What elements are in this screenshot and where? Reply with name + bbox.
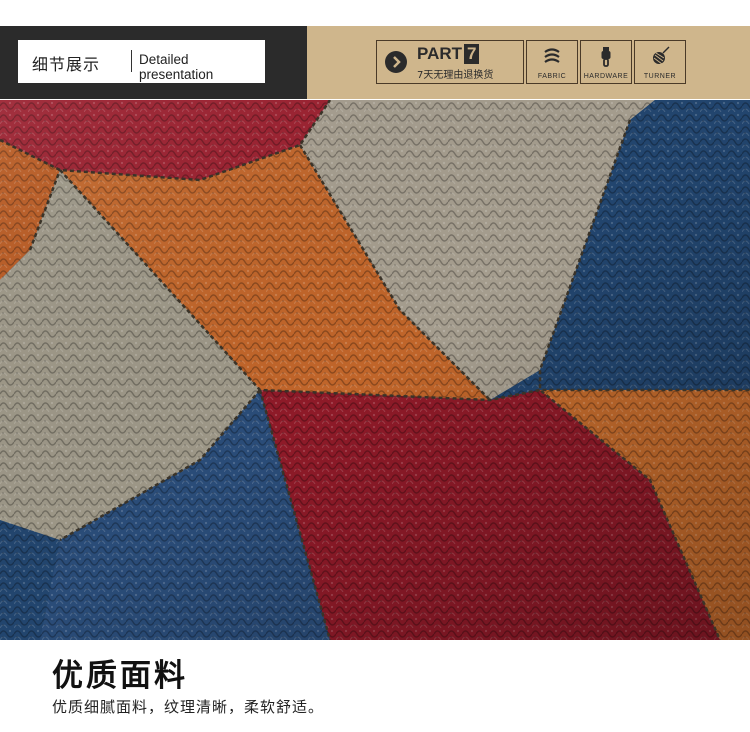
feature-turner: TURNER bbox=[634, 40, 686, 84]
part-number: 7 bbox=[464, 44, 480, 64]
lighting-overlay bbox=[0, 100, 750, 640]
feature-hardware-label: HARDWARE bbox=[583, 73, 629, 80]
feature-fabric-label: FABRIC bbox=[537, 73, 567, 80]
caption-title: 优质面料 bbox=[52, 658, 188, 694]
part-label: PART 7 bbox=[417, 44, 480, 64]
feature-hardware: HARDWARE bbox=[580, 40, 632, 84]
thread-spool-icon bbox=[653, 46, 670, 65]
section-title-cn: 细节展示 bbox=[32, 55, 101, 74]
leather-patchwork-photo bbox=[0, 100, 750, 640]
header-title-panel: 细节展示 Detailed presentation bbox=[0, 26, 307, 99]
header-feature-panel: PART 7 7天无理由退换货 FABRIC HARDWARE TURNER bbox=[307, 26, 750, 99]
zipper-icon bbox=[601, 47, 611, 67]
play-arrow-icon bbox=[385, 51, 407, 73]
part-badge: PART 7 7天无理由退换货 bbox=[376, 40, 524, 84]
header-banner: 细节展示 Detailed presentation PART 7 7天无理由退换… bbox=[0, 0, 750, 100]
part-prefix: PART bbox=[417, 44, 463, 63]
part-subtitle: 7天无理由退换货 bbox=[417, 70, 494, 81]
section-title-box: 细节展示 Detailed presentation bbox=[18, 40, 265, 83]
section-title-en: Detailed presentation bbox=[139, 52, 214, 82]
feature-fabric: FABRIC bbox=[526, 40, 578, 84]
feature-turner-label: TURNER bbox=[643, 73, 677, 80]
fabric-icon bbox=[544, 48, 560, 63]
caption-text: 优质细腻面料，纹理清晰，柔软舒适。 bbox=[52, 698, 325, 716]
title-divider bbox=[131, 50, 132, 72]
